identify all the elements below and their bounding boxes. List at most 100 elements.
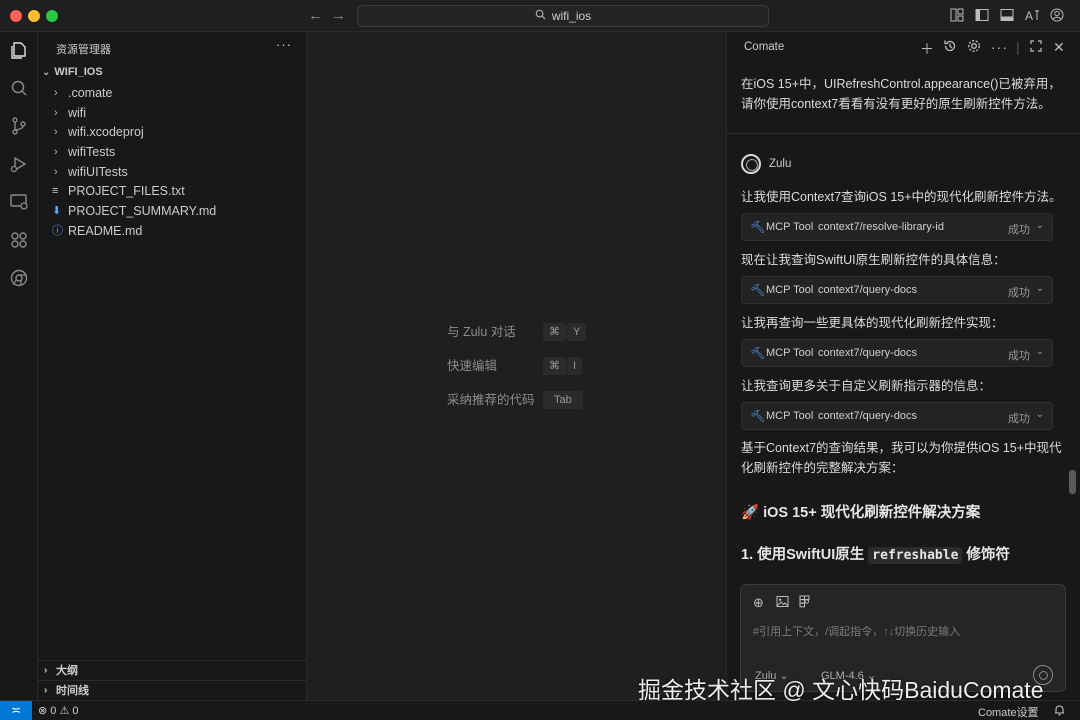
explorer-icon[interactable]	[9, 40, 29, 60]
chevron-down-icon: ⌄	[1035, 283, 1044, 294]
more-icon[interactable]: ···	[991, 39, 1008, 55]
tree-item-label: wifi	[68, 106, 87, 120]
toggle-sidebar-icon[interactable]	[975, 8, 989, 25]
panel-title: Comate	[744, 41, 785, 53]
tree-item-comate[interactable]: › .comate	[38, 83, 306, 103]
tree-item-label: README.md	[68, 224, 143, 238]
scrollbar-thumb[interactable]	[1069, 470, 1076, 494]
browser-icon[interactable]	[9, 268, 29, 288]
tool-kind: MCP Tool	[766, 284, 814, 296]
bot-message-line: 基于Context7的查询结果，我可以为你提供iOS 15+中现代化刷新控件的完…	[741, 441, 1062, 475]
markdown-download-icon: ⬇	[52, 205, 62, 217]
tree-item-xcodeproj[interactable]: › wifi.xcodeproj	[38, 122, 306, 142]
search-icon[interactable]	[9, 78, 29, 98]
forward-arrow-icon[interactable]: →	[331, 7, 346, 24]
chevron-down-icon: ⌄	[1035, 409, 1044, 420]
mcp-tool-card[interactable]: 🔨︎ MCP Tool context7/query-docs 成功 ⌄	[741, 276, 1053, 304]
maximize-icon[interactable]	[1030, 39, 1042, 55]
tree-item-wifitests[interactable]: › wifiTests	[38, 142, 306, 162]
window-close-button[interactable]	[10, 10, 22, 22]
tool-status: 成功	[1008, 350, 1030, 362]
new-chat-icon[interactable]: ＋	[920, 39, 934, 59]
search-text: wifi_ios	[551, 9, 592, 23]
more-actions-icon[interactable]: ···	[276, 37, 292, 52]
tree-item-project-files[interactable]: ≡ PROJECT_FILES.txt	[38, 181, 306, 201]
panel-header: Comate ＋ ··· | ✕	[727, 32, 1080, 62]
layout-grid-icon[interactable]	[950, 8, 964, 25]
bot-name: Zulu	[769, 158, 792, 170]
run-debug-icon[interactable]	[9, 154, 29, 174]
source-control-icon[interactable]	[9, 116, 29, 136]
hint-label: 采纳推荐的代码	[447, 393, 535, 407]
outline-section[interactable]: › 大纲	[38, 660, 306, 680]
bot-message-line: 让我查询更多关于自定义刷新指示器的信息：	[741, 379, 992, 393]
title-bar: ← → wifi_ios A	[0, 0, 1080, 32]
settings-icon[interactable]	[967, 39, 981, 56]
mcp-tool-card[interactable]: 🔨︎ MCP Tool context7/query-docs 成功 ⌄	[741, 402, 1053, 430]
chevron-right-icon: ›	[54, 146, 58, 158]
tree-item-label: wifi.xcodeproj	[68, 125, 144, 139]
tree-item-readme[interactable]: ⓘ README.md	[38, 221, 306, 241]
chevron-right-icon: ›	[44, 685, 48, 696]
back-arrow-icon[interactable]: ←	[308, 7, 323, 24]
remote-explorer-icon[interactable]	[9, 192, 29, 212]
explorer-title: 资源管理器	[56, 44, 111, 56]
warning-icon: ⚠︎	[59, 705, 70, 717]
shortcut-key: ⌘	[543, 357, 566, 375]
divider: |	[1016, 39, 1020, 55]
tool-hammer-icon: 🔨︎	[750, 283, 766, 297]
tree-item-wifi[interactable]: › wifi	[38, 103, 306, 123]
tree-item-label: PROJECT_SUMMARY.md	[68, 204, 217, 218]
mcp-tool-card[interactable]: 🔨︎ MCP Tool context7/resolve-library-id …	[741, 213, 1053, 241]
error-count: 0	[50, 705, 57, 717]
timeline-section[interactable]: › 时间线	[38, 680, 306, 700]
chevron-right-icon: ›	[54, 107, 58, 119]
bot-message-line: 让我使用Context7查询iOS 15+中的现代化刷新控件方法。	[741, 190, 1062, 204]
window-maximize-button[interactable]	[46, 10, 58, 22]
image-icon[interactable]	[776, 595, 789, 611]
tree-item-label: PROJECT_FILES.txt	[68, 184, 185, 198]
notifications-bell-icon[interactable]	[1054, 704, 1065, 719]
extensions-icon[interactable]	[9, 230, 29, 250]
chevron-down-icon: ⌄	[1035, 220, 1044, 231]
user-message: 在iOS 15+中，UIRefreshControl.appearance()已…	[741, 77, 1061, 111]
hint-label: 与 Zulu 对话	[447, 325, 516, 339]
toggle-panel-icon[interactable]	[1000, 8, 1014, 25]
tool-kind: MCP Tool	[766, 410, 814, 422]
folder-name: WIFI_IOS	[54, 66, 103, 78]
font-settings-icon[interactable]: A	[1025, 8, 1041, 25]
text-file-icon: ≡	[52, 185, 59, 197]
tree-item-wifiuitests[interactable]: › wifiUITests	[38, 162, 306, 182]
explorer-sidebar: 资源管理器 ··· ⌄ WIFI_IOS › .comate › wifi › w…	[38, 32, 307, 700]
section-heading-suffix: 修饰符	[966, 547, 1010, 563]
chevron-right-icon: ›	[54, 126, 58, 138]
comate-settings-item[interactable]: Comate设置	[978, 704, 1039, 720]
close-icon[interactable]: ✕	[1053, 39, 1065, 56]
account-icon[interactable]	[1050, 8, 1064, 25]
chevron-right-icon: ›	[54, 87, 58, 99]
mcp-tool-card[interactable]: 🔨︎ MCP Tool context7/query-docs 成功 ⌄	[741, 339, 1053, 367]
shortcut-key: Y	[567, 323, 587, 341]
workspace-folder[interactable]: ⌄ WIFI_IOS	[42, 66, 103, 78]
search-icon	[535, 6, 546, 26]
problems-indicator[interactable]: ⊗ 0 ⚠︎ 0	[38, 704, 79, 717]
hint-label: 快速编辑	[447, 359, 498, 373]
chevron-right-icon: ›	[54, 166, 58, 178]
figma-icon[interactable]	[799, 595, 810, 611]
tool-status: 成功	[1008, 287, 1030, 299]
section-heading-prefix: 1. 使用SwiftUI原生	[741, 547, 865, 563]
tool-status: 成功	[1008, 413, 1030, 425]
bot-message-line: 让我再查询一些更具体的现代化刷新控件实现：	[741, 316, 1004, 330]
window-minimize-button[interactable]	[28, 10, 40, 22]
tree-item-project-summary[interactable]: ⬇ PROJECT_SUMMARY.md	[38, 201, 306, 221]
activity-bar	[0, 32, 38, 700]
remote-indicator-icon[interactable]: ≍	[0, 701, 32, 720]
history-icon[interactable]	[943, 39, 957, 56]
timeline-label: 时间线	[56, 685, 89, 697]
tool-name: context7/query-docs	[818, 284, 918, 296]
command-center-search[interactable]: wifi_ios	[357, 5, 769, 27]
tool-name: context7/resolve-library-id	[818, 221, 944, 233]
tree-item-label: wifiTests	[68, 145, 116, 159]
zulu-avatar-icon	[741, 154, 761, 174]
add-context-icon[interactable]: ⊕	[753, 595, 764, 611]
